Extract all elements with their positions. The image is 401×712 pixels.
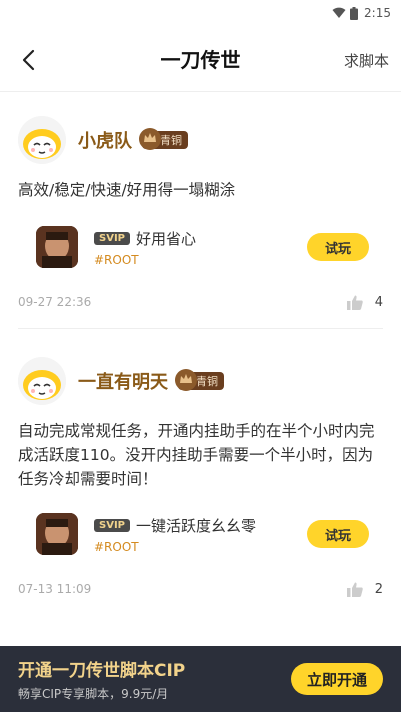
like-count: 4 — [374, 294, 383, 310]
username[interactable]: 一直有明天 — [78, 368, 168, 394]
try-button[interactable]: 试玩 — [307, 233, 369, 261]
script-title: 好用省心 — [136, 229, 197, 248]
username[interactable]: 小虎队 — [78, 127, 132, 153]
try-button[interactable]: 试玩 — [307, 520, 369, 548]
rank-badge-label: 青铜 — [160, 134, 182, 147]
post-meta: 07-13 11:09 2 — [18, 579, 383, 599]
crown-icon — [175, 369, 197, 391]
request-script-link[interactable]: 求脚本 — [344, 50, 389, 71]
wifi-icon — [332, 7, 346, 18]
post-date: 09-27 22:36 — [18, 295, 92, 309]
divider — [18, 328, 383, 329]
script-title: 一键活跃度幺幺零 — [136, 516, 257, 535]
avatar-face-icon — [18, 116, 66, 164]
root-tag: #ROOT — [94, 539, 139, 554]
post-item: 小虎队 青铜 高效/稳定/快速/好用得一塌糊涂 SVIP 好用省心 #ROOT … — [0, 110, 401, 312]
like-button[interactable]: 2 — [346, 581, 383, 597]
post-content: 自动完成常规任务，开通内挂助手的在半个小时内完成活跃度110。没开内挂助手需要一… — [18, 422, 375, 488]
game-thumbnail — [36, 226, 78, 268]
rank-badge: 青铜 — [175, 369, 224, 391]
status-bar: 2:15 — [0, 0, 401, 26]
rank-badge-label: 青铜 — [196, 375, 218, 388]
promo-title: 开通一刀传世脚本CIP — [18, 661, 186, 681]
post-header: 小虎队 青铜 — [18, 110, 383, 170]
root-tag: #ROOT — [94, 252, 139, 267]
thumbs-up-icon — [346, 582, 363, 597]
back-button[interactable] — [14, 46, 42, 74]
rank-badge: 青铜 — [139, 128, 188, 150]
script-card[interactable]: SVIP 一键活跃度幺幺零 #ROOT 试玩 — [18, 511, 383, 557]
script-card[interactable]: SVIP 好用省心 #ROOT 试玩 — [18, 224, 383, 270]
status-time: 2:15 — [364, 6, 391, 20]
vip-promo-bar: 开通一刀传世脚本CIP 畅享CIP专享脚本，9.9元/月 立即开通 — [0, 646, 401, 712]
post-item: 一直有明天 青铜 自动完成常规任务，开通内挂助手的在半个小时内完成活跃度110。… — [0, 351, 401, 599]
svip-badge: SVIP — [94, 518, 130, 532]
like-button[interactable]: 4 — [346, 294, 383, 310]
avatar-face-icon — [18, 357, 66, 405]
page-title: 一刀传世 — [160, 48, 241, 72]
avatar[interactable] — [18, 116, 66, 164]
post-content: 高效/稳定/快速/好用得一塌糊涂 — [18, 181, 236, 199]
activate-button[interactable]: 立即开通 — [291, 663, 383, 695]
game-thumbnail — [36, 513, 78, 555]
post-date: 07-13 11:09 — [18, 582, 92, 596]
thumbs-up-icon — [346, 295, 363, 310]
svip-badge: SVIP — [94, 231, 130, 245]
post-meta: 09-27 22:36 4 — [18, 292, 383, 312]
crown-icon — [139, 128, 161, 150]
avatar[interactable] — [18, 357, 66, 405]
battery-icon — [350, 6, 359, 20]
chevron-left-icon — [22, 49, 35, 71]
like-count: 2 — [374, 581, 383, 597]
promo-subtitle: 畅享CIP专享脚本，9.9元/月 — [18, 687, 169, 701]
post-header: 一直有明天 青铜 — [18, 351, 383, 411]
top-nav: 一刀传世 求脚本 — [0, 26, 401, 92]
